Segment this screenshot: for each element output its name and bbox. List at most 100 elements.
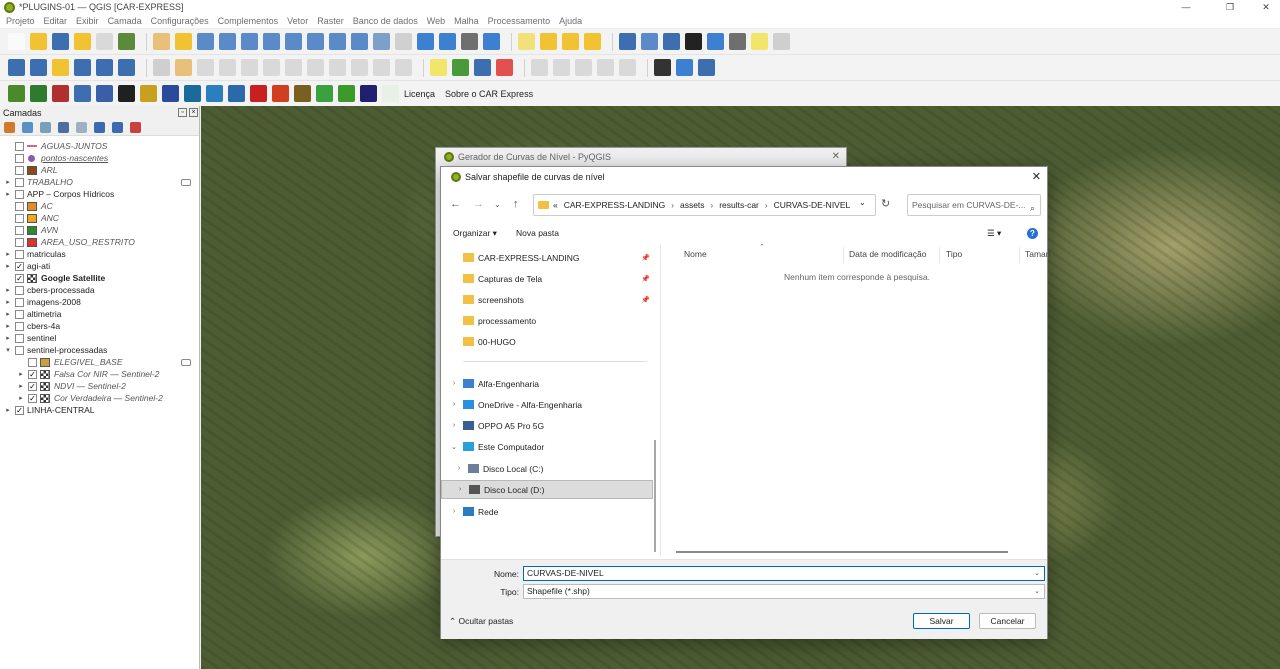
layer-item[interactable]: AC bbox=[0, 200, 199, 212]
toolbar-tool-icon[interactable] bbox=[373, 59, 390, 76]
plugin-tool-icon[interactable] bbox=[360, 85, 377, 102]
layer-item[interactable]: ▸ ✓ Cor Verdadeira — Sentinel-2 bbox=[0, 392, 199, 404]
expand-arrow-icon[interactable]: ▸ bbox=[4, 298, 12, 306]
layer-visibility-checkbox[interactable]: ✓ bbox=[15, 273, 24, 283]
breadcrumb-separator-icon[interactable]: › bbox=[671, 201, 674, 210]
add-group-icon[interactable] bbox=[22, 122, 33, 133]
menu-item[interactable]: Ajuda bbox=[559, 14, 582, 28]
plugin-tool-icon[interactable] bbox=[382, 85, 399, 102]
toolbar-tool-icon[interactable] bbox=[285, 33, 302, 50]
toolbar-tool-icon[interactable] bbox=[263, 59, 280, 76]
save-button[interactable]: Salvar bbox=[913, 613, 970, 629]
toolbar-tool-icon[interactable] bbox=[707, 33, 724, 50]
toolbar-tool-icon[interactable] bbox=[74, 59, 91, 76]
toolbar-tool-icon[interactable] bbox=[263, 33, 280, 50]
navigation-tree-item[interactable]: › Alfa-Engenharia bbox=[441, 374, 653, 393]
layer-item[interactable]: ARL bbox=[0, 164, 199, 176]
breadcrumb-separator-icon[interactable]: › bbox=[711, 201, 714, 210]
toolbar-tool-icon[interactable] bbox=[219, 59, 236, 76]
toolbar-tool-icon[interactable] bbox=[175, 33, 192, 50]
toolbar-tool-icon[interactable] bbox=[285, 59, 302, 76]
menu-item[interactable]: Editar bbox=[44, 14, 68, 28]
expand-chevron-icon[interactable]: › bbox=[449, 380, 459, 387]
toolbar-tool-icon[interactable] bbox=[496, 59, 513, 76]
expand-arrow-icon[interactable]: ▸ bbox=[4, 310, 12, 318]
toolbar-tool-icon[interactable] bbox=[30, 33, 47, 50]
toolbar-tool-icon[interactable] bbox=[351, 59, 368, 76]
column-separator[interactable] bbox=[843, 247, 844, 263]
toolbar-tool-icon[interactable] bbox=[241, 59, 258, 76]
recent-locations-icon[interactable]: ⌄ bbox=[494, 200, 501, 209]
organize-button[interactable]: Organizar ▾ bbox=[453, 228, 497, 239]
quick-access-item[interactable]: 00-HUGO bbox=[441, 332, 653, 351]
open-layer-styling-icon[interactable] bbox=[4, 122, 15, 133]
layer-visibility-checkbox[interactable]: ✓ bbox=[28, 393, 37, 403]
breadcrumb-separator-icon[interactable]: › bbox=[765, 201, 768, 210]
breadcrumb-item[interactable]: results-car bbox=[719, 200, 759, 210]
column-name[interactable]: Nome bbox=[684, 249, 707, 259]
layer-visibility-checkbox[interactable] bbox=[15, 165, 24, 175]
layer-item[interactable]: ▸ APP – Corpos Hídricos bbox=[0, 188, 199, 200]
plugin-tool-icon[interactable] bbox=[30, 85, 47, 102]
menu-item[interactable]: Configurações bbox=[151, 14, 209, 28]
search-input[interactable]: Pesquisar em CURVAS-DE-... ⌕ bbox=[907, 194, 1041, 216]
address-dropdown-icon[interactable]: ⌄ bbox=[859, 198, 866, 207]
menu-item[interactable]: Raster bbox=[317, 14, 344, 28]
toolbar-tool-icon[interactable] bbox=[30, 59, 47, 76]
layer-visibility-checkbox[interactable]: ✓ bbox=[28, 369, 37, 379]
about-button[interactable]: Sobre o CAR Express bbox=[445, 89, 533, 99]
new-folder-button[interactable]: Nova pasta bbox=[516, 228, 559, 238]
layer-item[interactable]: AREA_USO_RESTRITO bbox=[0, 236, 199, 248]
view-options-button[interactable]: ☰ ▾ bbox=[987, 228, 1001, 239]
plugin-tool-icon[interactable] bbox=[118, 85, 135, 102]
layer-item[interactable]: ▸ cbers-4a bbox=[0, 320, 199, 332]
toolbar-tool-icon[interactable] bbox=[118, 59, 135, 76]
maximize-button[interactable]: ❐ bbox=[1212, 0, 1248, 14]
layer-visibility-checkbox[interactable] bbox=[15, 297, 24, 307]
layer-visibility-checkbox[interactable] bbox=[15, 309, 24, 319]
expand-chevron-icon[interactable]: › bbox=[449, 422, 459, 429]
toolbar-tool-icon[interactable] bbox=[452, 59, 469, 76]
manage-map-themes-icon[interactable] bbox=[40, 122, 51, 133]
nav-scrollbar[interactable] bbox=[654, 440, 656, 552]
breadcrumb-item[interactable]: CURVAS-DE-NIVEL bbox=[774, 200, 851, 210]
toolbar-tool-icon[interactable] bbox=[96, 33, 113, 50]
layer-item[interactable]: AGUAS-JUNTOS bbox=[0, 140, 199, 152]
toolbar-tool-icon[interactable] bbox=[219, 33, 236, 50]
address-bar[interactable]: « CAR-EXPRESS-LANDING › assets › results-car ›… bbox=[533, 194, 876, 216]
layer-item[interactable]: ▸ ✓ Falsa Cor NIR — Sentinel-2 bbox=[0, 368, 199, 380]
column-date-modified[interactable]: Data de modificação bbox=[849, 249, 927, 259]
back-arrow-icon[interactable]: ← bbox=[450, 198, 461, 210]
expand-arrow-icon[interactable]: ▸ bbox=[4, 334, 12, 342]
toolbar-tool-icon[interactable] bbox=[562, 33, 579, 50]
navigation-tree-item[interactable]: ⌄ Este Computador bbox=[441, 437, 653, 456]
expand-arrow-icon[interactable]: ▸ bbox=[4, 178, 12, 186]
expand-chevron-icon[interactable]: › bbox=[449, 401, 459, 408]
menu-item[interactable]: Complementos bbox=[218, 14, 279, 28]
expand-arrow-icon[interactable]: ▸ bbox=[17, 370, 25, 378]
remove-layer-icon[interactable] bbox=[130, 122, 141, 133]
layer-visibility-checkbox[interactable]: ✓ bbox=[15, 261, 24, 271]
plugin-tool-icon[interactable] bbox=[74, 85, 91, 102]
menu-item[interactable]: Web bbox=[427, 14, 445, 28]
layer-item[interactable]: AVN bbox=[0, 224, 199, 236]
layer-visibility-checkbox[interactable]: ✓ bbox=[28, 381, 37, 391]
navigation-tree-item[interactable]: › Disco Local (D:) bbox=[441, 480, 653, 499]
toolbar-tool-icon[interactable] bbox=[773, 33, 790, 50]
toolbar-tool-icon[interactable] bbox=[474, 59, 491, 76]
toolbar-tool-icon[interactable] bbox=[307, 33, 324, 50]
layer-item[interactable]: ANC bbox=[0, 212, 199, 224]
layer-item[interactable]: ELEGIVEL_BASE bbox=[0, 356, 199, 368]
toolbar-tool-icon[interactable] bbox=[395, 33, 412, 50]
toolbar-tool-icon[interactable] bbox=[329, 59, 346, 76]
chevron-down-icon[interactable]: ⌄ bbox=[1034, 567, 1040, 580]
float-panel-icon[interactable]: ▫ bbox=[178, 108, 187, 117]
toolbar-tool-icon[interactable] bbox=[619, 59, 636, 76]
layer-visibility-checkbox[interactable] bbox=[15, 225, 24, 235]
toolbar-tool-icon[interactable] bbox=[584, 33, 601, 50]
expand-chevron-icon[interactable]: › bbox=[455, 486, 465, 493]
breadcrumb-item[interactable]: assets bbox=[680, 200, 705, 210]
column-size[interactable]: Taman bbox=[1025, 249, 1051, 259]
column-separator[interactable] bbox=[1019, 247, 1020, 263]
help-icon[interactable]: ? bbox=[1027, 228, 1038, 239]
